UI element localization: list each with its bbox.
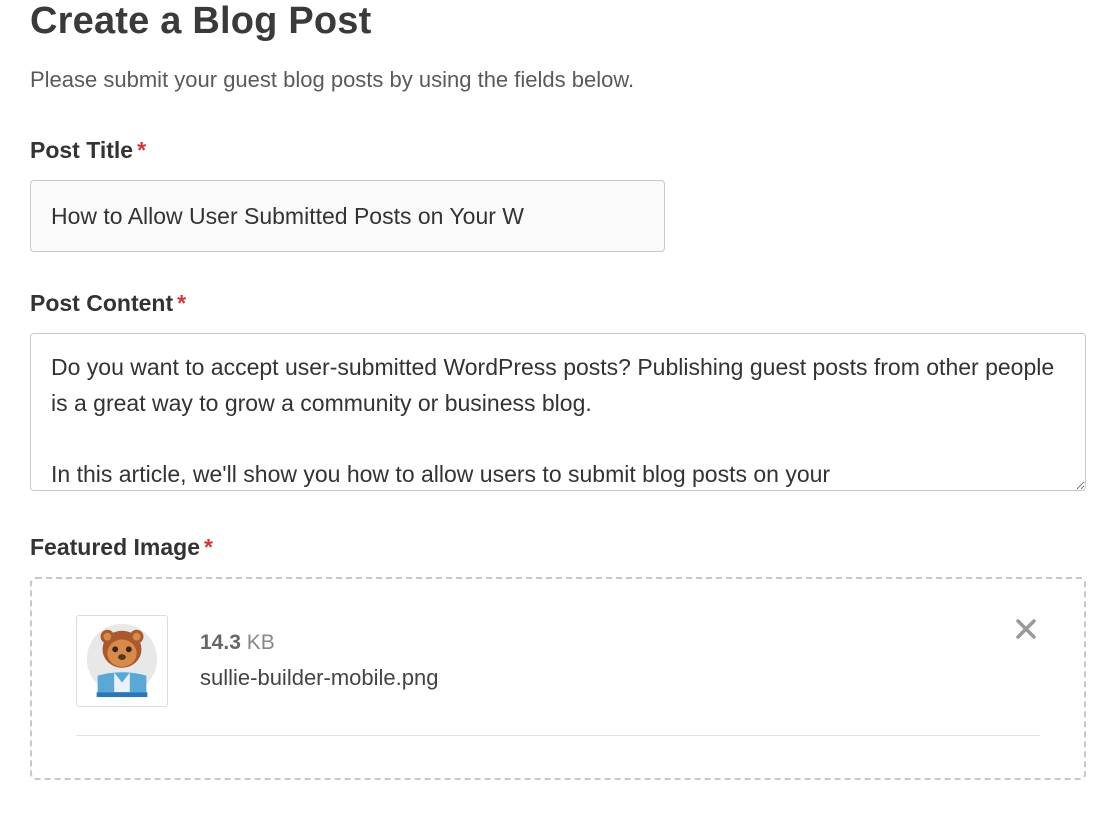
- file-size-value: 14.3: [200, 631, 241, 654]
- post-content-label: Post Content*: [30, 290, 1086, 317]
- file-row: 14.3 KB sullie-builder-mobile.png: [76, 615, 1040, 736]
- required-marker: *: [204, 534, 213, 560]
- featured-image-label: Featured Image*: [30, 534, 1086, 561]
- close-icon: [1014, 617, 1038, 641]
- required-marker: *: [137, 137, 146, 163]
- remove-file-button[interactable]: [1012, 615, 1040, 643]
- page-description: Please submit your guest blog posts by u…: [30, 67, 1086, 93]
- file-size: 14.3 KB: [200, 631, 1040, 655]
- featured-image-field: Featured Image*: [30, 534, 1086, 780]
- file-thumbnail: [76, 615, 168, 707]
- avatar-icon: [83, 622, 161, 700]
- file-dropzone[interactable]: 14.3 KB sullie-builder-mobile.png: [30, 577, 1086, 780]
- featured-image-label-text: Featured Image: [30, 534, 200, 560]
- required-marker: *: [177, 290, 186, 316]
- post-title-label-text: Post Title: [30, 137, 133, 163]
- post-content-field: Post Content* Do you want to accept user…: [30, 290, 1086, 496]
- post-title-input[interactable]: [30, 180, 665, 252]
- post-title-field: Post Title*: [30, 137, 1086, 252]
- file-size-unit: KB: [241, 631, 275, 654]
- post-title-label: Post Title*: [30, 137, 1086, 164]
- file-name: sullie-builder-mobile.png: [200, 665, 1040, 691]
- page-title: Create a Blog Post: [30, 0, 1086, 43]
- file-meta: 14.3 KB sullie-builder-mobile.png: [200, 631, 1040, 691]
- post-content-label-text: Post Content: [30, 290, 173, 316]
- post-content-textarea[interactable]: Do you want to accept user-submitted Wor…: [30, 333, 1086, 491]
